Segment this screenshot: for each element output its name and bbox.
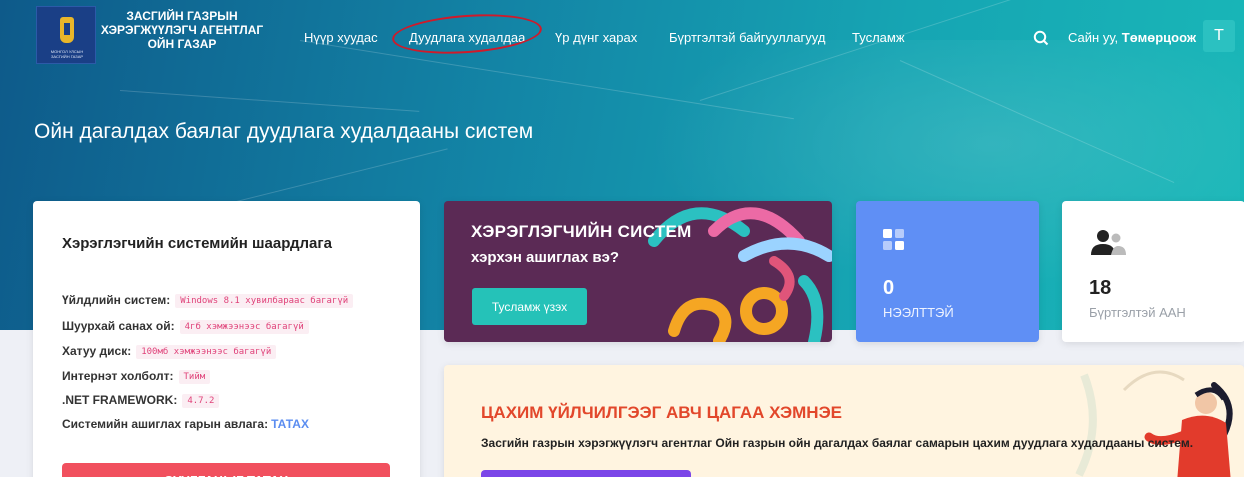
promo-title: ХЭРЭГЛЭГЧИЙН СИСТЕМ xyxy=(471,222,692,241)
grid-icon xyxy=(883,229,904,250)
requirement-label: Шуурхай санах ой: xyxy=(62,319,175,333)
open-label: НЭЭЛТТЭЙ xyxy=(883,305,954,320)
banner-text: Засгийн газрын хэрэгжүүлэгч агентлаг Ойн… xyxy=(481,436,1194,450)
requirement-value: 4.7.2 xyxy=(182,394,220,408)
requirement-label: Интернэт холболт: xyxy=(62,369,174,383)
banner-action-button[interactable] xyxy=(481,470,691,477)
requirement-label: .NET FRAMEWORK: xyxy=(62,393,178,407)
avatar[interactable]: T xyxy=(1203,20,1235,52)
greeting-prefix: Сайн уу, xyxy=(1068,30,1119,45)
government-logo[interactable]: МОНГОЛ УЛСЫН ЗАСГИЙН ГАЗАР xyxy=(36,6,96,64)
top-navbar: МОНГОЛ УЛСЫН ЗАСГИЙН ГАЗАР ЗАСГИЙН ГАЗРЫ… xyxy=(0,0,1244,72)
requirement-value: 100мб хэмжээнээс багагүй xyxy=(136,345,277,359)
woman-illustration xyxy=(1075,370,1233,477)
logo-caption: МОНГОЛ УЛСЫН ЗАСГИЙН ГАЗАР xyxy=(50,49,84,59)
requirement-row: Хатуу диск: 100мб хэмжээнээс багагүй xyxy=(62,344,277,359)
organization-name[interactable]: ЗАСГИЙН ГАЗРЫН ХЭРЭГЖҮҮЛЭГЧ АГЕНТЛАГ ОЙН… xyxy=(92,9,272,51)
requirement-row: Интернэт холболт: Тийм xyxy=(62,369,211,384)
users-icon xyxy=(1091,230,1126,255)
nav-link-registered-orgs[interactable]: Бүртгэлтэй байгууллагууд xyxy=(669,30,825,45)
requirement-value: Windows 8.1 хувилбараас багагүй xyxy=(175,294,354,308)
page-title: Ойн дагалдах баялаг дуудлага худалдааны … xyxy=(34,120,534,143)
open-count: 0 xyxy=(883,277,895,299)
nav-link-home[interactable]: Нүүр хуудас xyxy=(304,30,378,45)
nav-link-help[interactable]: Тусламж xyxy=(852,30,905,45)
service-banner: ЦАХИМ ҮЙЛЧИЛГЭЭГ АВЧ ЦАГАА ХЭМНЭЕ Засгий… xyxy=(444,365,1244,477)
requirement-label: Хатуу диск: xyxy=(62,344,132,358)
requirements-title: Хэрэглэгчийн системийн шаардлага xyxy=(62,235,332,252)
requirement-label: Үйлдлийн систем: xyxy=(62,293,171,307)
user-name: Төмөрцоож xyxy=(1121,30,1197,45)
open-auctions-card[interactable]: 0 НЭЭЛТТЭЙ xyxy=(856,201,1039,342)
nav-link-results[interactable]: Үр дүнг харах xyxy=(555,30,637,45)
user-greeting: Сайн уу, Төмөрцоож xyxy=(1068,30,1196,45)
registered-count: 18 xyxy=(1089,277,1112,299)
promo-subtitle: хэрхэн ашиглах вэ? xyxy=(471,249,620,266)
help-promo-card: ХЭРЭГЛЭГЧИЙН СИСТЕМ хэрхэн ашиглах вэ? Т… xyxy=(444,201,832,342)
guide-download-link[interactable]: ТАТАХ xyxy=(271,417,309,431)
search-icon[interactable] xyxy=(1033,30,1049,46)
guide-label: Системийн ашиглах гарын авлага: xyxy=(62,417,269,431)
banner-title: ЦАХИМ ҮЙЛЧИЛГЭЭГ АВЧ ЦАГАА ХЭМНЭЕ xyxy=(481,403,843,422)
requirements-card: Хэрэглэгчийн системийн шаардлага Үйлдлий… xyxy=(33,201,420,477)
emblem-icon xyxy=(60,17,74,43)
download-installer-button[interactable]: СУУЛГАЦЫГ ТАТАХ xyxy=(62,463,390,477)
requirement-value: 4гб хэмжээнээс багагүй xyxy=(179,320,309,334)
requirement-value: Тийм xyxy=(178,370,211,384)
requirement-row: .NET FRAMEWORK: 4.7.2 xyxy=(62,393,220,408)
guide-row: Системийн ашиглах гарын авлага: ТАТАХ xyxy=(62,417,309,431)
requirement-row: Үйлдлийн систем: Windows 8.1 хувилбараас … xyxy=(62,293,354,308)
registered-label: Бүртгэлтэй ААН xyxy=(1089,305,1186,320)
requirement-row: Шуурхай санах ой: 4гб хэмжээнээс багагүй xyxy=(62,319,309,334)
view-help-button[interactable]: Тусламж үзэх xyxy=(472,288,587,325)
annotation-circle xyxy=(390,9,544,59)
registered-companies-card[interactable]: 18 Бүртгэлтэй ААН xyxy=(1062,201,1244,342)
